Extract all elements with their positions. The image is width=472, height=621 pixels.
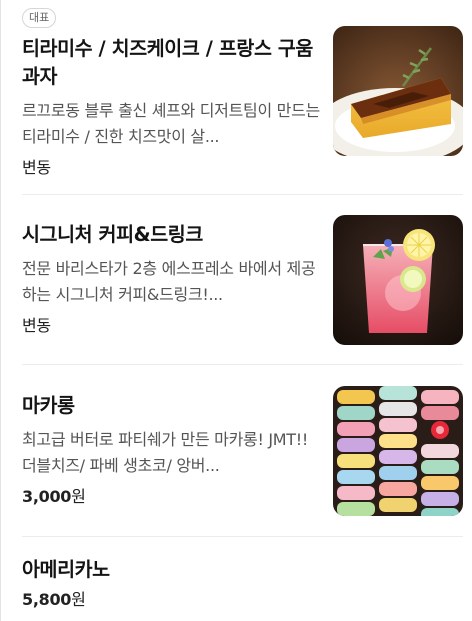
menu-item-description: 르끄로동 블루 출신 셰프와 디저트팀이 만드는 티라미수 / 진한 치즈맛이 …	[22, 101, 320, 146]
menu-item[interactable]: 대표 티라미수 / 치즈케이크 / 프랑스 구움과자 르끄로동 블루 출신 셰프…	[22, 6, 463, 177]
menu-item[interactable]: 아메리카노 5,800원	[22, 556, 463, 621]
menu-item-name[interactable]: 티라미수 / 치즈케이크 / 프랑스 구움과자	[22, 35, 322, 91]
price-amount: 3,000	[22, 487, 72, 506]
price-amount: 5,800	[22, 590, 72, 609]
divider	[22, 364, 463, 365]
menu-item-price: 5,800원	[22, 588, 322, 612]
cheesecake-image	[333, 26, 463, 156]
menu-item-name[interactable]: 아메리카노	[22, 556, 322, 584]
divider	[22, 194, 463, 195]
pink-lemonade-image	[333, 215, 463, 345]
menu-item-description: 전문 바리스타가 2층 에스프레소 바에서 제공하는 시그니처 커피&드링크!.…	[22, 259, 316, 304]
signature-badge: 대표	[22, 8, 57, 28]
menu-item-description: 최고급 버터로 파티쉐가 만든 마카롱! JMT!! 더블치즈/ 파베 생초코/…	[22, 430, 308, 475]
menu-item-name[interactable]: 마카롱	[22, 392, 322, 420]
left-border	[0, 0, 1, 621]
menu-item[interactable]: 마카롱 최고급 버터로 파티쉐가 만든 마카롱! JMT!! 더블치즈/ 파베 …	[22, 386, 463, 516]
divider	[22, 536, 463, 537]
price-unit: 원	[71, 487, 86, 506]
cheesecake-photo-icon[interactable]	[333, 26, 463, 156]
menu-item-name[interactable]: 시그니처 커피&드링크	[22, 221, 322, 249]
price-unit: 원	[71, 590, 86, 609]
macaron-image	[333, 386, 463, 516]
pink-lemonade-photo-icon[interactable]	[333, 215, 463, 345]
menu-item-price: 3,000원	[22, 485, 322, 509]
menu-item-text: 마카롱 최고급 버터로 파티쉐가 만든 마카롱! JMT!! 더블치즈/ 파베 …	[22, 392, 322, 509]
menu-item-text: 시그니처 커피&드링크 전문 바리스타가 2층 에스프레소 바에서 제공하는 시…	[22, 221, 322, 338]
menu-item-price: 변동	[22, 316, 51, 335]
menu-item[interactable]: 시그니처 커피&드링크 전문 바리스타가 2층 에스프레소 바에서 제공하는 시…	[22, 215, 463, 365]
menu-item-price: 변동	[22, 158, 51, 177]
menu-item-text: 대표 티라미수 / 치즈케이크 / 프랑스 구움과자 르끄로동 블루 출신 셰프…	[22, 6, 322, 180]
menu-item-text: 아메리카노 5,800원	[22, 556, 322, 612]
macaron-stack-photo-icon[interactable]	[333, 386, 463, 516]
